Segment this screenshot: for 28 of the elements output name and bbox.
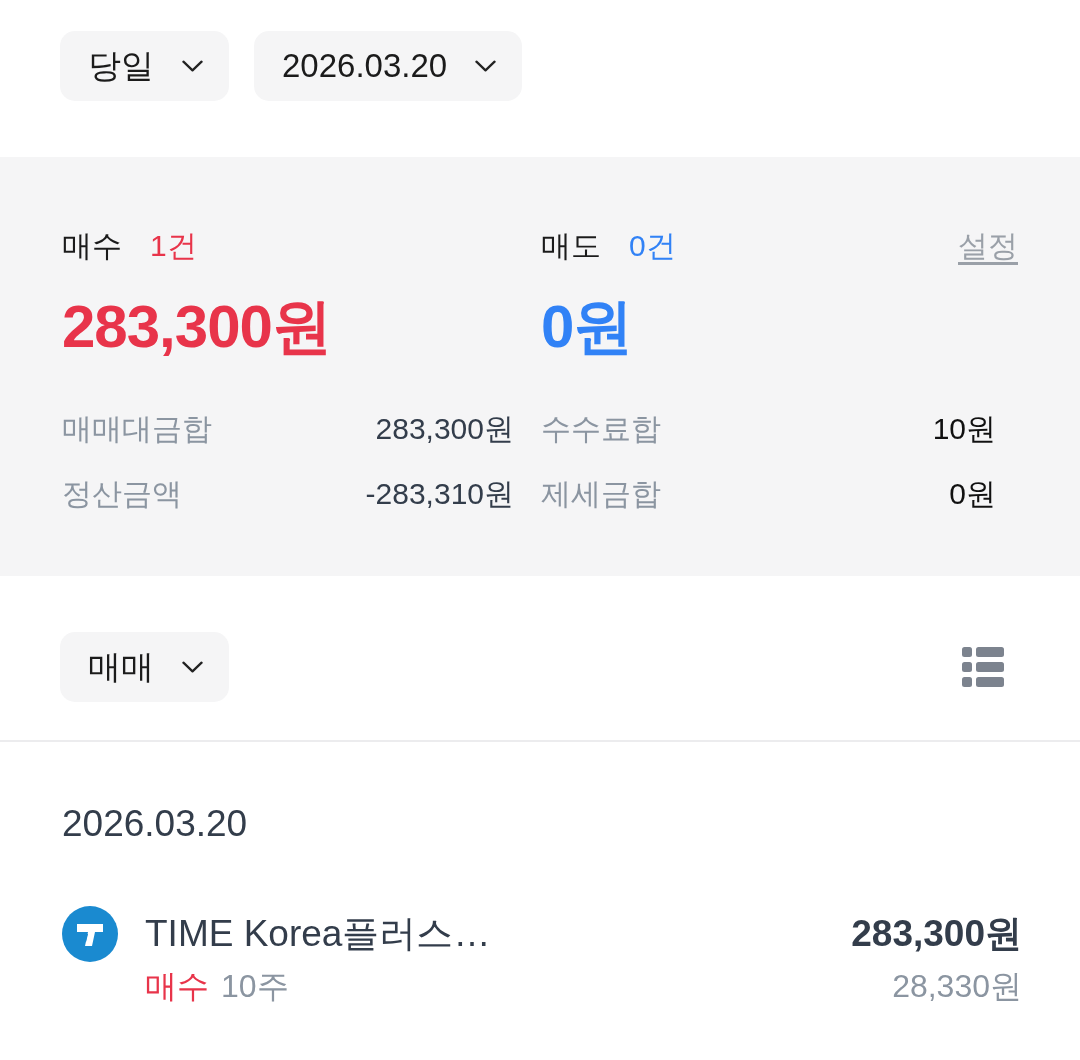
stock-name[interactable]: TIME Korea플러스… xyxy=(145,910,491,958)
detail-label: 제세금합 xyxy=(541,475,661,512)
trade-count: 1건 xyxy=(150,227,197,264)
total-amount: 283,300원 xyxy=(62,292,331,362)
trade-quantity: 10주 xyxy=(221,967,289,1006)
dropdown-button[interactable]: 당일 xyxy=(60,31,229,101)
total-amount: 0원 xyxy=(541,292,633,362)
detail-label: 매매대금합 xyxy=(62,410,212,447)
trade-side: 매수 xyxy=(145,967,209,1006)
chevron-down-icon xyxy=(182,60,203,72)
dropdown-button[interactable]: 2026.03.20 xyxy=(254,31,523,101)
side-label: 매도 xyxy=(541,227,601,264)
trade-count: 0건 xyxy=(629,227,676,264)
fund-logo-icon xyxy=(62,906,118,962)
chevron-down-icon xyxy=(182,661,203,673)
detail-label: 수수료합 xyxy=(541,410,661,447)
date-heading: 2026.03.20 xyxy=(62,802,248,846)
detail-label: 정산금액 xyxy=(62,475,182,512)
side-label: 매수 xyxy=(62,227,122,264)
chevron-down-icon xyxy=(475,60,497,72)
detail-value: -283,310원 xyxy=(365,475,514,512)
detail-value: 10원 xyxy=(932,410,996,447)
detail-value: 0원 xyxy=(949,475,996,512)
trade-total: 283,300원 xyxy=(851,912,1022,956)
list-view-icon[interactable] xyxy=(962,647,1004,687)
unit-price: 28,330원 xyxy=(892,967,1022,1006)
detail-value: 283,300원 xyxy=(375,410,514,447)
dropdown-button[interactable]: 매매 xyxy=(60,632,229,702)
